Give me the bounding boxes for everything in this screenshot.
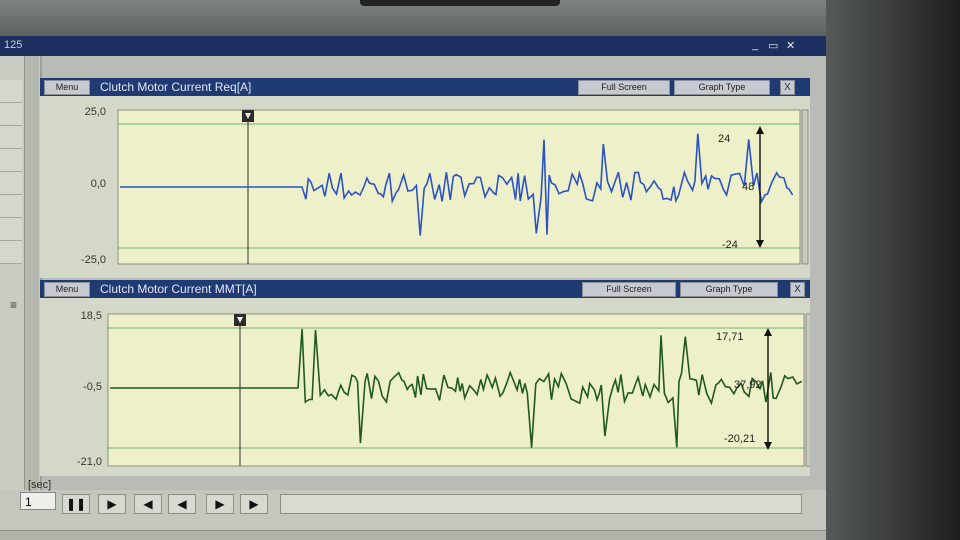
application-window: 125 _ ▭ ✕ ≡ Menu Clutch Motor Current Re…	[0, 36, 826, 540]
step-back-button[interactable]: ◀	[134, 494, 162, 514]
left-panel-cell[interactable]	[0, 172, 22, 195]
left-panel-cell[interactable]	[0, 241, 22, 264]
cursor-max-value: 17,71	[716, 331, 744, 343]
cursor-min-value: -24	[722, 239, 738, 251]
fast-forward-button[interactable]: ▶	[240, 494, 268, 514]
pause-button[interactable]: ❚❚	[62, 494, 90, 514]
timeline-scrollbar[interactable]	[280, 494, 802, 514]
x-axis-unit-label: [sec]	[28, 479, 52, 491]
left-panel-scrollbar[interactable]	[24, 56, 39, 526]
left-panel-cell[interactable]	[0, 80, 22, 103]
chart-scrollbar[interactable]	[801, 109, 809, 265]
cursor-max-value: 24	[718, 133, 730, 145]
left-panel-cell[interactable]	[0, 218, 22, 241]
status-strip	[0, 530, 826, 540]
chart-panel-mmt: Menu Clutch Motor Current MMT[A] Full Sc…	[40, 280, 810, 476]
left-panel-cell[interactable]	[0, 195, 22, 218]
play-button[interactable]: ▶	[98, 494, 126, 514]
cursor-mid-value: 48	[742, 181, 754, 193]
chart-plot-area[interactable]: 17,71 37,92 -20,21	[40, 280, 810, 476]
monitor-notch	[360, 0, 560, 6]
minimize-button[interactable]: _	[752, 39, 758, 51]
left-panel-cell[interactable]	[0, 103, 22, 126]
chart-panel-req: Menu Clutch Motor Current Req[A] Full Sc…	[40, 78, 810, 278]
step-forward-button[interactable]: ▶	[206, 494, 234, 514]
close-window-button[interactable]: ✕	[786, 39, 795, 52]
chart-scrollbar[interactable]	[805, 313, 810, 467]
cursor-min-value: -20,21	[724, 433, 755, 445]
chart-plot-area[interactable]: 24 48 -24	[40, 78, 810, 278]
left-panel: ≡	[0, 56, 42, 540]
rewind-button[interactable]: ◀	[168, 494, 196, 514]
restore-button[interactable]: ▭	[768, 39, 778, 52]
window-title: 125	[4, 39, 23, 51]
panel-splitter-icon[interactable]: ≡	[10, 298, 17, 312]
left-panel-cell[interactable]	[0, 126, 22, 149]
monitor-bezel-right	[826, 0, 960, 540]
window-titlebar: 125 _ ▭ ✕	[0, 36, 826, 56]
playback-speed-stepper[interactable]: 1	[20, 492, 56, 510]
left-panel-cell[interactable]	[0, 149, 22, 172]
cursor-mid-value: 37,92	[734, 379, 762, 391]
